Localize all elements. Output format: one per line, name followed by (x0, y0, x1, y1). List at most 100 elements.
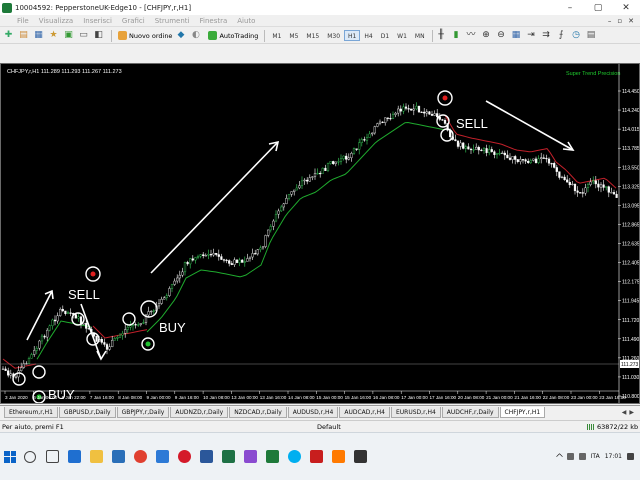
tab-audchf-daily[interactable]: AUDCHF,r,Daily (441, 407, 499, 418)
templates-icon[interactable]: ▤ (586, 30, 597, 41)
auto-scroll-icon[interactable]: ⇉ (541, 30, 552, 41)
tab-gbpjpy-daily[interactable]: GBPJPY,r,Daily (116, 407, 170, 418)
menu-window[interactable]: Finestra (194, 17, 232, 25)
file-explorer-icon[interactable] (90, 450, 103, 463)
candle-body (410, 108, 413, 111)
tray-chevron-icon[interactable] (555, 452, 563, 461)
meta-editor-icon[interactable]: ◆ (175, 30, 186, 41)
timeframe-w1[interactable]: W1 (393, 30, 411, 41)
store-icon[interactable] (112, 450, 125, 463)
mail-icon[interactable] (156, 450, 169, 463)
candle-body (519, 159, 522, 162)
tab-scroll-right-icon[interactable]: ▶ (629, 407, 634, 418)
candle-body (586, 184, 590, 189)
tab-audcad-h4[interactable]: AUDCAD,r,H4 (339, 407, 390, 418)
timeframe-m1[interactable]: M1 (268, 30, 285, 41)
periods-icon[interactable]: ◷ (571, 30, 582, 41)
candle-body (139, 323, 142, 325)
candle-body (571, 183, 574, 186)
time-label: 13 Jan 16:00 (260, 395, 287, 400)
notifications-icon[interactable] (627, 453, 634, 460)
menu-help[interactable]: Aiuto (232, 17, 260, 25)
timeframe-m5[interactable]: M5 (285, 30, 302, 41)
price-label: 113.785 (622, 146, 639, 152)
menu-view[interactable]: Visualizza (34, 17, 78, 25)
child-restore-button[interactable]: ▫ (617, 17, 622, 25)
candle-body (264, 235, 267, 247)
candle-body (118, 334, 122, 338)
candle-body (389, 117, 392, 120)
market-watch-icon[interactable]: ▦ (33, 30, 44, 41)
minimize-button[interactable]: – (556, 0, 584, 15)
tile-windows-icon[interactable]: ▦ (511, 30, 522, 41)
candle-body (30, 354, 33, 359)
menu-tools[interactable]: Strumenti (150, 17, 195, 25)
tab-audnzd-daily[interactable]: AUDNZD,r,Daily (170, 407, 229, 418)
candle-body (272, 220, 275, 227)
profiles-icon[interactable]: ▤ (18, 30, 29, 41)
tab-gbpusd-daily[interactable]: GBPUSD,r,Daily (58, 407, 116, 418)
line-chart-icon[interactable]: 〰 (466, 30, 477, 41)
network-icon[interactable] (566, 453, 574, 460)
opera-icon[interactable] (178, 450, 191, 463)
language-indicator[interactable]: ITA (591, 453, 600, 460)
start-icon[interactable] (4, 450, 16, 463)
zoom-out-icon[interactable]: ⊖ (496, 30, 507, 41)
child-minimize-button[interactable]: – (608, 17, 612, 25)
autotrading-label: AutoTrading (219, 31, 259, 40)
candle-body (534, 158, 538, 163)
candle-body (342, 155, 345, 160)
skype-icon[interactable] (288, 450, 301, 463)
candle-body (142, 322, 145, 324)
menu-charts[interactable]: Grafici (117, 17, 150, 25)
signals-icon[interactable]: ◐ (190, 30, 201, 41)
new-order-button[interactable]: Nuovo ordine (115, 29, 175, 42)
search-icon[interactable] (24, 450, 36, 463)
menu-file[interactable]: File (12, 17, 34, 25)
word-icon[interactable] (200, 450, 213, 463)
chart-shift-icon[interactable]: ⇥ (526, 30, 537, 41)
maximize-button[interactable]: ▢ (584, 0, 612, 15)
new-chart-icon[interactable]: ✚ (3, 30, 14, 41)
tab-audusd-h4[interactable]: AUDUSD,r,H4 (287, 407, 339, 418)
media-icon[interactable] (332, 450, 345, 463)
strategy-tester-icon[interactable]: ◧ (93, 30, 104, 41)
candle-body (298, 185, 301, 189)
chart-canvas[interactable]: SELL SELL BUY BUY CHFJPY,r,H1 111.289 11… (1, 64, 639, 403)
photos-icon[interactable] (244, 450, 257, 463)
tab-ethereum-h1[interactable]: Ethereum,r,H1 (4, 407, 58, 418)
volume-icon[interactable] (578, 453, 586, 460)
chrome-icon[interactable] (134, 450, 147, 463)
terminal-app-icon[interactable] (354, 450, 367, 463)
price-chart[interactable]: SELL SELL BUY BUY CHFJPY,r,H1 111.289 11… (0, 63, 640, 404)
clock[interactable]: 17:01 (605, 453, 622, 461)
close-button[interactable]: ✕ (612, 0, 640, 15)
tab-eurusd-h4[interactable]: EURUSD,r,H4 (390, 407, 441, 418)
menu-insert[interactable]: Inserisci (78, 17, 117, 25)
indicators-icon[interactable]: ⨍ (556, 30, 567, 41)
navigator-icon[interactable]: ★ (48, 30, 59, 41)
acrobat-icon[interactable] (310, 450, 323, 463)
timeframe-h4[interactable]: H4 (360, 30, 376, 41)
autotrading-button[interactable]: AutoTrading (205, 29, 261, 42)
candle-body (285, 198, 288, 205)
timeframe-m15[interactable]: M15 (302, 30, 323, 41)
timeframe-d1[interactable]: D1 (377, 30, 393, 41)
candlestick-icon[interactable]: ▮ (451, 30, 462, 41)
excel-icon[interactable] (222, 450, 235, 463)
tab-nzdcad-daily[interactable]: NZDCAD,r,Daily (229, 407, 287, 418)
timeframe-m30[interactable]: M30 (323, 30, 344, 41)
terminal-icon[interactable]: ▭ (78, 30, 89, 41)
edge-icon[interactable] (68, 450, 81, 463)
tab-chfjpy-h1[interactable]: CHFJPY,r,H1 (499, 407, 546, 418)
timeframe-mn[interactable]: MN (411, 30, 429, 41)
zoom-in-icon[interactable]: ⊕ (481, 30, 492, 41)
data-window-icon[interactable]: ▣ (63, 30, 74, 41)
price-label: 114.450 (622, 89, 639, 95)
tab-scroll-left-icon[interactable]: ◀ (622, 407, 627, 418)
metatrader-icon[interactable] (266, 450, 279, 463)
child-close-button[interactable]: ✕ (628, 17, 634, 25)
bar-chart-icon[interactable]: ╫ (436, 30, 447, 41)
task-view-icon[interactable] (46, 450, 59, 463)
timeframe-h1[interactable]: H1 (344, 30, 361, 41)
